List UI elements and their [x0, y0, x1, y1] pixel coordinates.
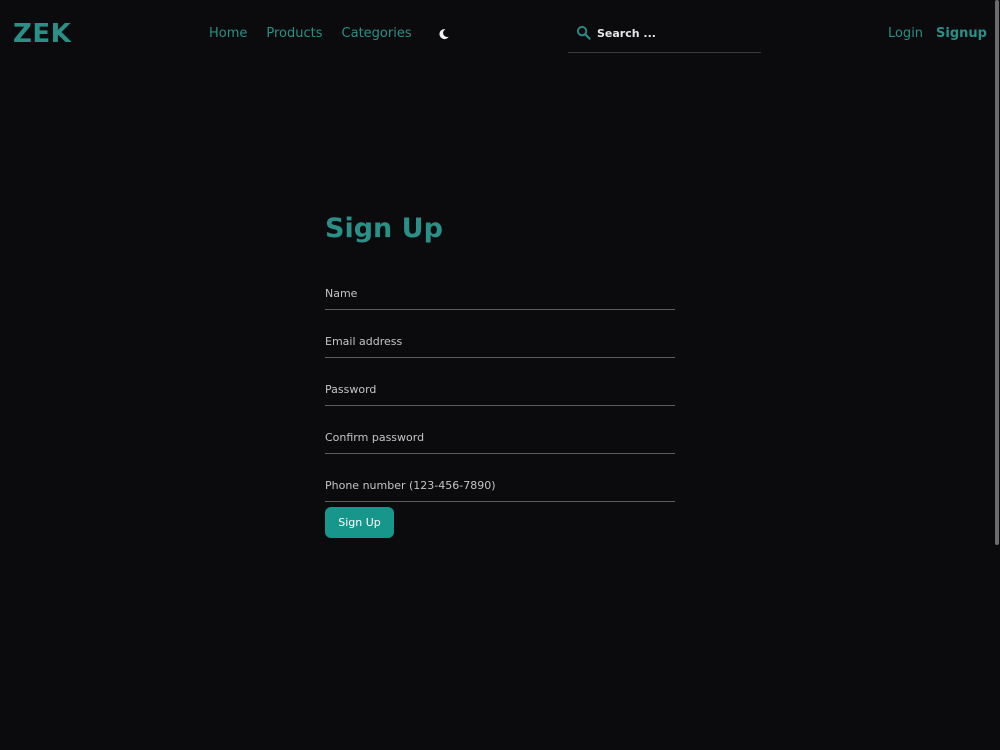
- email-field[interactable]: [325, 332, 675, 358]
- moon-icon: [439, 29, 449, 40]
- search-input[interactable]: [597, 23, 755, 43]
- nav-links: Home Products Categories: [209, 24, 452, 44]
- search-icon: [576, 25, 591, 40]
- name-field[interactable]: [325, 284, 675, 310]
- password-field-group: [325, 358, 675, 406]
- password-field[interactable]: [325, 380, 675, 406]
- phone-field-group: [325, 454, 675, 502]
- signup-form: Sign Up Sign Up: [325, 210, 675, 538]
- email-field-group: [325, 310, 675, 358]
- name-field-group: [325, 262, 675, 310]
- confirm-password-field-group: [325, 406, 675, 454]
- page-title: Sign Up: [325, 213, 443, 244]
- signup-submit-button[interactable]: Sign Up: [325, 507, 394, 538]
- confirm-password-field[interactable]: [325, 428, 675, 454]
- login-link[interactable]: Login: [888, 24, 923, 44]
- signup-link[interactable]: Signup: [936, 24, 987, 44]
- nav-link-products[interactable]: Products: [266, 24, 322, 44]
- form-fields: [325, 262, 675, 502]
- navbar: ZEK Home Products Categories Login Signu…: [0, 0, 1000, 68]
- phone-field[interactable]: [325, 476, 675, 502]
- nav-link-categories[interactable]: Categories: [342, 24, 412, 44]
- brand-logo[interactable]: ZEK: [13, 18, 71, 50]
- search-box: [568, 17, 761, 53]
- nav-link-home[interactable]: Home: [209, 24, 247, 44]
- theme-toggle-button[interactable]: [436, 26, 452, 42]
- page: ZEK Home Products Categories Login Signu…: [0, 0, 1000, 750]
- auth-links: Login Signup: [888, 24, 987, 44]
- scrollbar-thumb[interactable]: [995, 0, 999, 545]
